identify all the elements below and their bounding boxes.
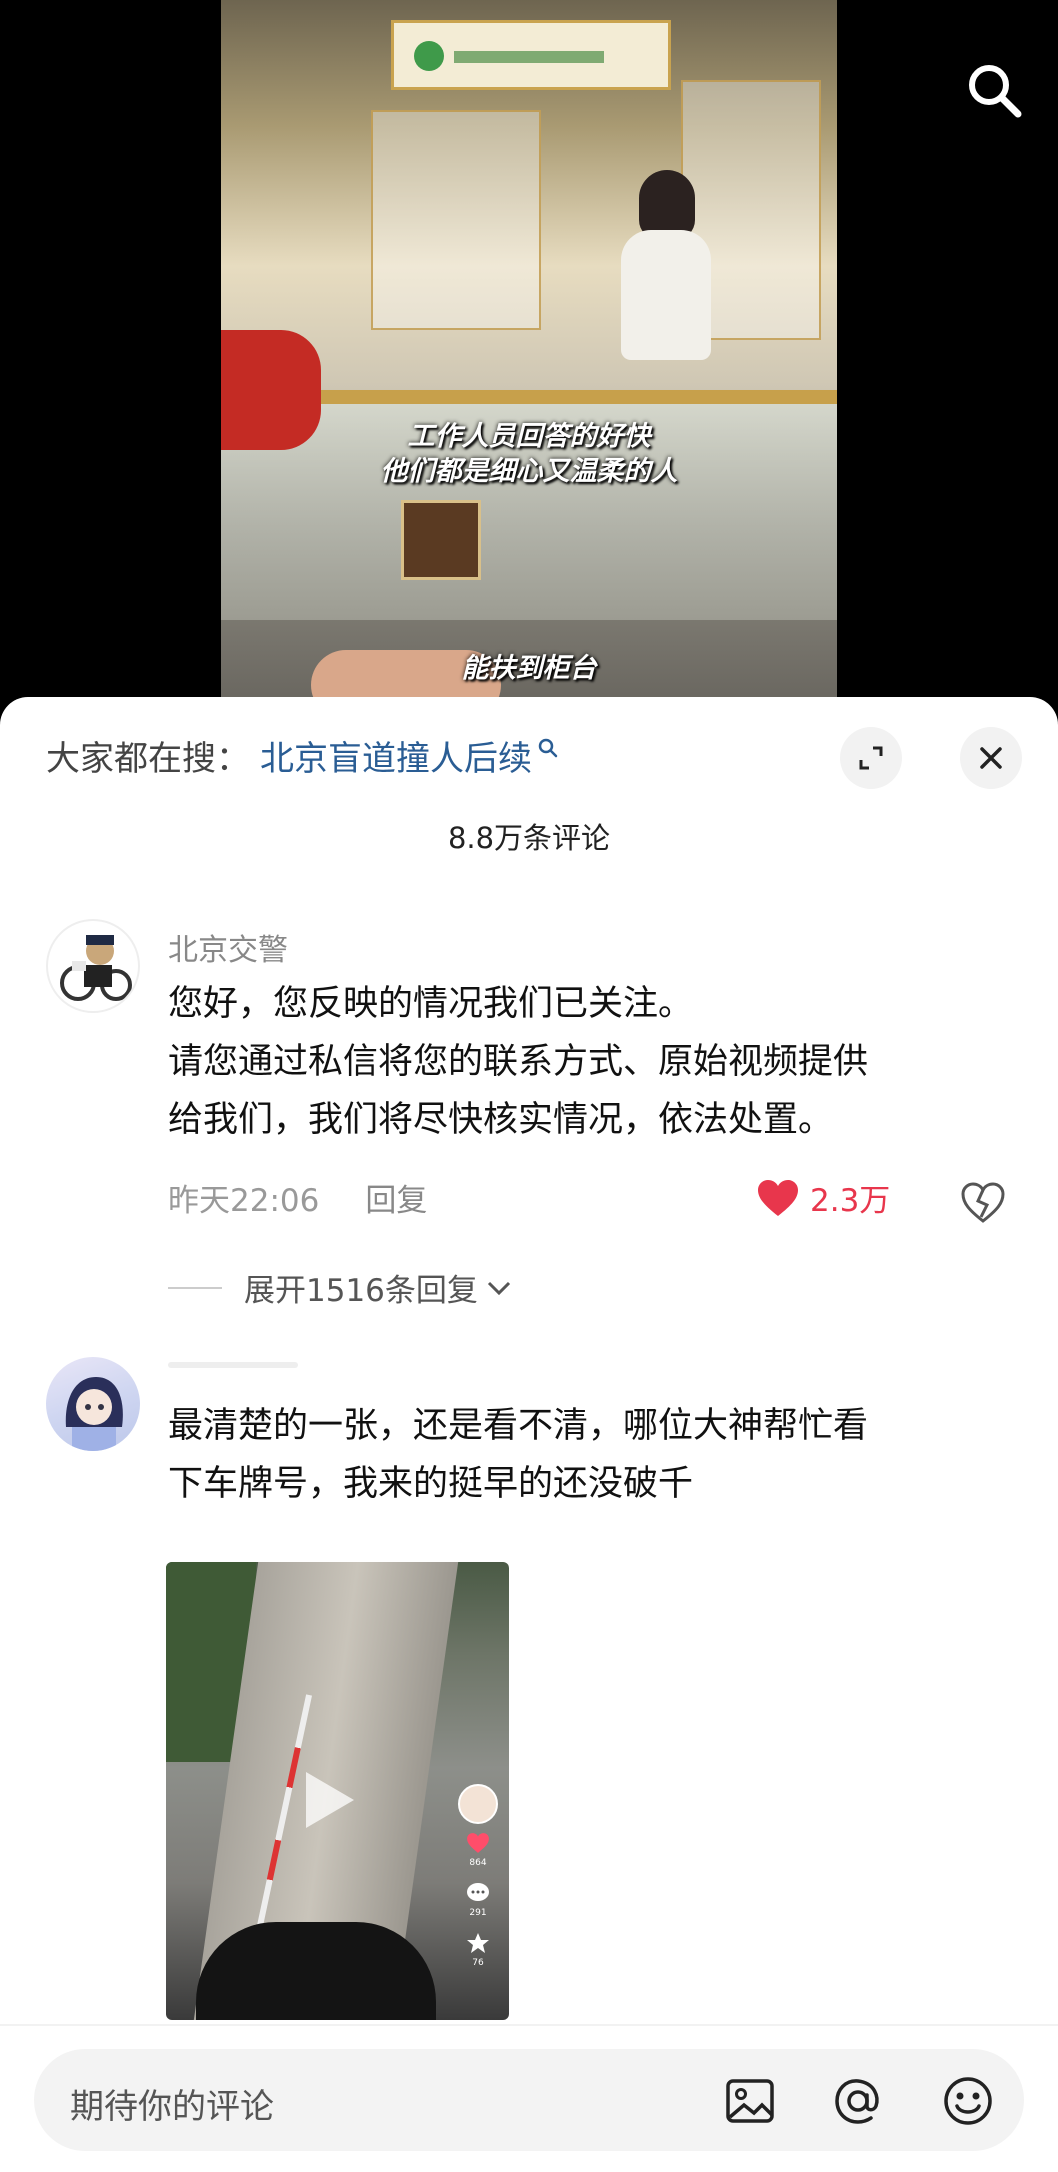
broken-heart-icon[interactable] — [960, 1181, 1006, 1223]
image-favorite-count: 76 — [472, 1958, 484, 1968]
avatar[interactable] — [46, 919, 140, 1013]
video-caption: 工作人员回答的好快 — [407, 421, 651, 452]
comment-line: 下车牌号，我来的挺早的还没破千 — [168, 1464, 694, 1504]
comment-time: 昨天22:06 — [168, 1183, 320, 1219]
heart-icon — [462, 1832, 494, 1857]
search-icon[interactable] — [962, 58, 1026, 122]
search-icon — [538, 738, 558, 758]
anime-avatar-icon — [65, 1377, 123, 1451]
comment-line: 请您通过私信将您的联系方式、原始视频提供 — [168, 1042, 869, 1082]
video-frame[interactable]: 工作人员回答的好快 他们都是细心又温柔的人 能扶到柜台 — [221, 0, 837, 700]
star-icon — [462, 1932, 494, 1957]
legs — [196, 1922, 436, 2020]
like-button[interactable]: 2.3万 — [756, 1175, 890, 1220]
comment-sheet: 大家都在搜： 北京盲道撞人后续 8.8万条评论 北京交警 您好，您反映的情况我们… — [0, 697, 1058, 2172]
comment-line: 给我们，我们将尽快核实情况，依法处置。 — [168, 1100, 834, 1140]
chevron-down-icon — [487, 1281, 510, 1295]
image-comment-count: 291 — [469, 1908, 487, 1918]
expand-replies-button[interactable]: 展开1516条回复 — [168, 1265, 512, 1310]
avatar[interactable] — [46, 1357, 140, 1451]
trending-search[interactable]: 大家都在搜： 北京盲道撞人后续 — [46, 731, 560, 780]
username[interactable]: 北京交警 — [168, 925, 288, 969]
username-blurred[interactable] — [168, 1362, 298, 1368]
comment-bubble-icon — [462, 1882, 494, 1907]
store-sign — [391, 20, 671, 90]
video-caption: 能扶到柜台 — [461, 653, 597, 684]
comment-meta: 昨天22:06 回复 — [168, 1175, 427, 1220]
expand-button[interactable] — [840, 727, 902, 789]
heart-icon — [758, 1179, 798, 1216]
expand-icon — [859, 746, 883, 770]
trending-label: 大家都在搜： — [46, 738, 250, 779]
comment-line: 最清楚的一张，还是看不清，哪位大神帮忙看 — [168, 1406, 869, 1446]
play-icon — [306, 1772, 354, 1828]
expand-replies-label: 展开1516条回复 — [244, 1273, 478, 1309]
comment-text: 最清楚的一张，还是看不清，哪位大神帮忙看 下车牌号，我来的挺早的还没破千 — [168, 1397, 1008, 1513]
close-icon — [980, 747, 1002, 769]
trending-query-link[interactable]: 北京盲道撞人后续 — [260, 731, 532, 780]
video-player[interactable]: 工作人员回答的好快 他们都是细心又温柔的人 能扶到柜台 — [0, 0, 1058, 710]
comment-text: 您好，您反映的情况我们已关注。 请您通过私信将您的联系方式、原始视频提供 给我们… — [168, 975, 1008, 1149]
avatar — [458, 1784, 498, 1824]
comment-placeholder: 期待你的评论 — [70, 2087, 274, 2127]
image-like-count: 864 — [469, 1858, 487, 1868]
comment-line: 您好，您反映的情况我们已关注。 — [168, 984, 694, 1024]
comment-input[interactable]: 期待你的评论 — [34, 2049, 1024, 2151]
clerk — [621, 230, 711, 360]
emoji-icon[interactable] — [940, 2073, 996, 2129]
mention-icon[interactable] — [830, 2073, 886, 2129]
video-caption: 他们都是细心又温柔的人 — [380, 456, 678, 487]
like-count: 2.3万 — [810, 1183, 891, 1219]
reply-button[interactable]: 回复 — [365, 1175, 427, 1220]
police-avatar-icon — [60, 935, 132, 1001]
product-box — [401, 500, 481, 580]
close-button[interactable] — [960, 727, 1022, 789]
divider-line — [168, 1286, 222, 1289]
comment-count: 8.8万条评论 — [447, 821, 611, 855]
comment-image[interactable]: 864 291 76 — [166, 1562, 509, 2020]
divider — [0, 2024, 1058, 2026]
image-icon[interactable] — [722, 2073, 778, 2129]
display-shelf — [371, 110, 541, 330]
